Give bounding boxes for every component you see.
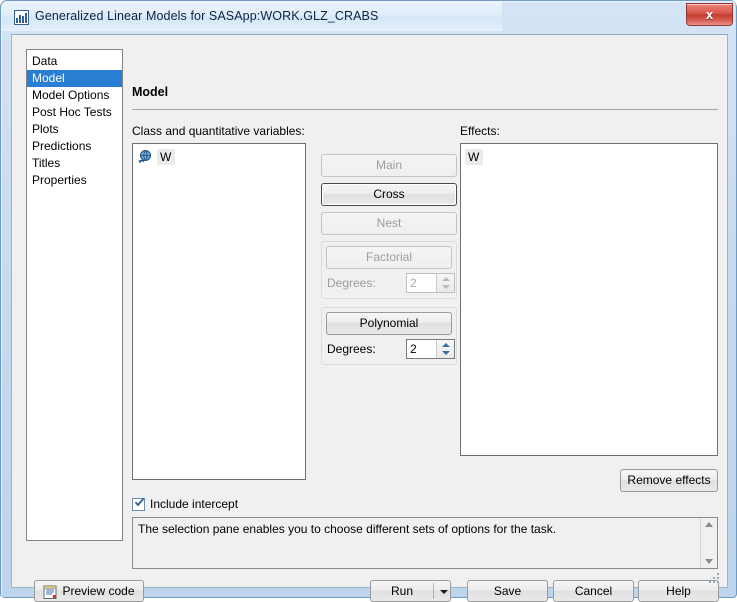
window-title: Generalized Linear Models for SASApp:WOR… xyxy=(35,9,379,23)
nest-effect-button[interactable]: Nest xyxy=(321,212,457,235)
check-icon xyxy=(135,497,144,506)
sidebar-item-titles[interactable]: Titles xyxy=(27,155,122,172)
polynomial-degrees-label: Degrees: xyxy=(327,342,376,356)
polynomial-button[interactable]: Polynomial xyxy=(326,312,452,335)
polynomial-stepper-arrows[interactable] xyxy=(436,340,454,358)
main-effect-button[interactable]: Main xyxy=(321,154,457,177)
selection-pane[interactable]: Data Model Model Options Post Hoc Tests … xyxy=(26,49,123,541)
include-intercept-label: Include intercept xyxy=(150,497,239,511)
chevron-down-icon[interactable] xyxy=(442,285,450,289)
information-text: The selection pane enables you to choose… xyxy=(138,522,557,536)
variables-listbox[interactable]: W xyxy=(132,143,306,480)
sidebar-item-model[interactable]: Model xyxy=(27,70,122,87)
factorial-degrees-label: Degrees: xyxy=(327,276,376,290)
chevron-down-icon[interactable] xyxy=(442,351,450,355)
sidebar-item-predictions[interactable]: Predictions xyxy=(27,138,122,155)
factorial-degrees-stepper[interactable]: 2 xyxy=(406,273,455,293)
chevron-down-icon[interactable] xyxy=(440,590,448,594)
effects-listbox[interactable]: W xyxy=(460,143,718,456)
polynomial-degrees-stepper[interactable]: 2 xyxy=(406,339,455,359)
information-scrollbar[interactable] xyxy=(700,518,717,568)
remove-effects-button[interactable]: Remove effects xyxy=(620,469,718,492)
dialog-client-area: Data Model Model Options Post Hoc Tests … xyxy=(11,34,728,602)
factorial-button[interactable]: Factorial xyxy=(326,246,452,269)
variable-globe-icon xyxy=(137,149,153,165)
variables-list-label: Class and quantitative variables: xyxy=(132,124,305,138)
effect-name: W xyxy=(465,148,484,165)
cancel-button[interactable]: Cancel xyxy=(553,580,634,602)
dialog-window: Generalized Linear Models for SASApp:WOR… xyxy=(0,0,737,602)
help-button[interactable]: Help xyxy=(638,580,719,602)
notepad-icon xyxy=(43,584,57,599)
preview-code-button[interactable]: Preview code xyxy=(34,580,144,602)
chevron-up-icon[interactable] xyxy=(442,277,450,281)
page-title-divider xyxy=(132,109,718,110)
run-label: Run xyxy=(390,584,413,598)
information-panel: The selection pane enables you to choose… xyxy=(132,517,718,569)
cross-effect-button[interactable]: Cross xyxy=(321,183,457,206)
include-intercept-checkbox[interactable]: Include intercept xyxy=(132,497,238,511)
titlebar[interactable]: Generalized Linear Models for SASApp:WOR… xyxy=(1,1,737,32)
variable-name: W xyxy=(157,148,176,165)
factorial-stepper-arrows[interactable] xyxy=(436,274,454,292)
page-title: Model xyxy=(132,85,169,99)
save-button[interactable]: Save xyxy=(467,580,548,602)
list-item[interactable]: W xyxy=(465,147,717,166)
run-button[interactable]: Run xyxy=(370,580,451,602)
preview-code-label: Preview code xyxy=(62,584,135,598)
resize-grip[interactable] xyxy=(709,571,722,584)
sidebar-item-model-options[interactable]: Model Options xyxy=(27,87,122,104)
list-item[interactable]: W xyxy=(137,147,305,166)
sidebar-item-properties[interactable]: Properties xyxy=(27,172,122,189)
sidebar-item-data[interactable]: Data xyxy=(27,53,122,70)
run-split-divider xyxy=(433,583,434,599)
factorial-degrees-value: 2 xyxy=(410,276,417,290)
effects-list-label: Effects: xyxy=(460,124,500,138)
sidebar-item-plots[interactable]: Plots xyxy=(27,121,122,138)
sidebar-item-post-hoc-tests[interactable]: Post Hoc Tests xyxy=(27,104,122,121)
scroll-down-icon[interactable] xyxy=(705,559,713,564)
chevron-up-icon[interactable] xyxy=(442,343,450,347)
checkbox-box[interactable] xyxy=(132,497,145,511)
close-button[interactable]: x xyxy=(686,3,733,26)
polynomial-degrees-value: 2 xyxy=(410,342,417,356)
close-icon: x xyxy=(705,7,714,22)
chart-icon xyxy=(14,10,29,25)
scroll-up-icon[interactable] xyxy=(705,522,713,527)
